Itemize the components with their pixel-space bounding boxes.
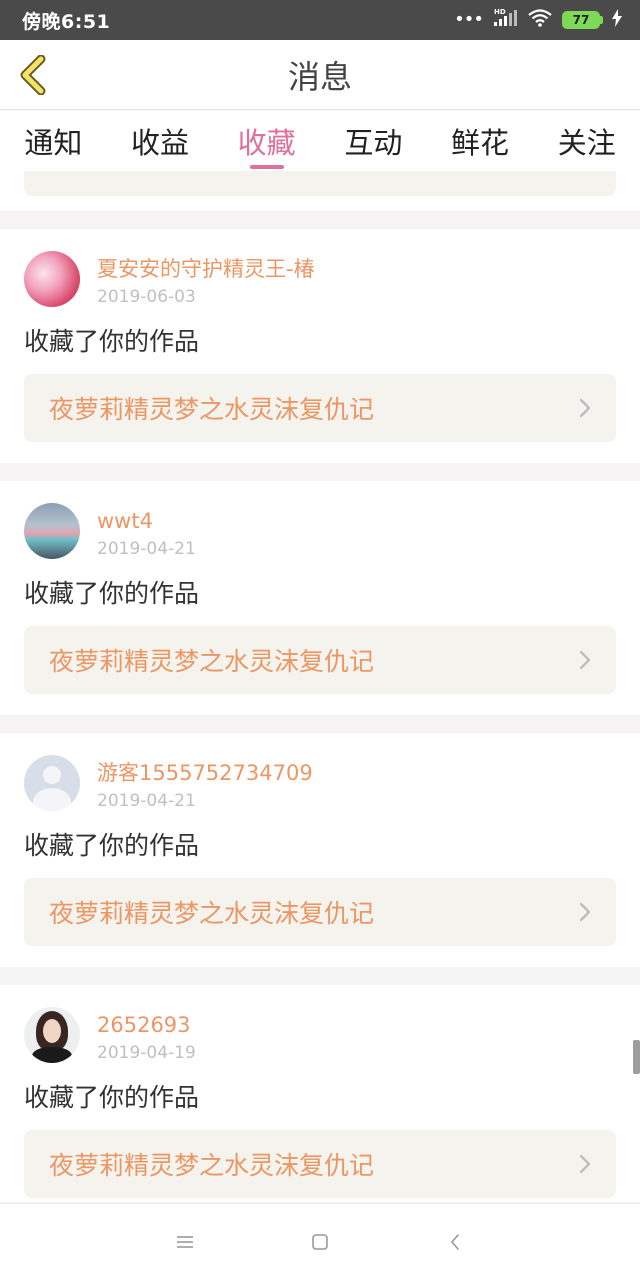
user-row: 夏安安的守护精灵王-椿 2019-06-03 <box>24 251 616 309</box>
title-bar: 消息 <box>0 40 640 110</box>
action-text: 收藏了你的作品 <box>24 1083 200 1112</box>
page-title: 消息 <box>287 57 352 96</box>
username[interactable]: 夏安安的守护精灵王-椿 <box>97 255 315 283</box>
message-date: 2019-06-03 <box>97 287 196 307</box>
battery-tip <box>600 16 603 24</box>
signal-icon: HD <box>492 8 518 32</box>
user-row: wwt4 2019-04-21 <box>24 503 616 561</box>
username[interactable]: wwt4 <box>97 507 196 535</box>
work-link[interactable]: 夜萝莉精灵梦之水灵沫复仇记 <box>24 626 616 694</box>
username[interactable]: 2652693 <box>97 1011 196 1039</box>
battery-icon: 77 <box>562 11 603 29</box>
message-date: 2019-04-21 <box>97 539 196 559</box>
avatar[interactable] <box>24 1007 80 1063</box>
status-time: 傍晚6:51 <box>22 10 111 33</box>
charging-icon <box>612 9 622 31</box>
username[interactable]: 游客1555752734709 <box>97 759 313 787</box>
work-title: 夜萝莉精灵梦之水灵沫复仇记 <box>49 395 375 424</box>
chevron-left-icon <box>451 1234 459 1250</box>
message-card: 游客1555752734709 2019-04-21 收藏了你的作品 夜萝莉精灵… <box>0 733 640 967</box>
message-card: 夏安安的守护精灵王-椿 2019-06-03 收藏了你的作品 夜萝莉精灵梦之水灵… <box>0 229 640 463</box>
work-title: 夜萝莉精灵梦之水灵沫复仇记 <box>49 1151 375 1180</box>
tab-label: 收藏 <box>237 126 296 160</box>
avatar-body-shape <box>32 1047 72 1063</box>
system-nav-bar <box>0 1203 640 1280</box>
tab-label: 互动 <box>344 126 403 160</box>
tab-favorites[interactable]: 收藏 <box>213 111 320 171</box>
chevron-right-icon <box>579 398 591 418</box>
avatar[interactable] <box>24 503 80 559</box>
tab-label: 鲜花 <box>451 126 510 160</box>
status-icons: ••• HD 77 <box>454 8 622 32</box>
chevron-left-icon <box>20 55 46 95</box>
tab-flowers[interactable]: 鲜花 <box>427 111 534 171</box>
scrollbar-thumb[interactable] <box>633 1040 640 1074</box>
user-info: 2652693 2019-04-19 <box>97 1007 196 1065</box>
chevron-right-icon <box>579 650 591 670</box>
work-link[interactable]: 夜萝莉精灵梦之水灵沫复仇记 <box>24 1130 616 1198</box>
battery-level: 77 <box>562 11 600 29</box>
tab-follows[interactable]: 关注 <box>533 111 640 171</box>
status-bar: 傍晚6:51 ••• HD 77 <box>0 0 640 40</box>
back-button[interactable] <box>12 52 52 98</box>
wifi-icon <box>527 8 553 32</box>
avatar-shoulders-shape <box>33 788 71 811</box>
tab-notifications[interactable]: 通知 <box>0 111 107 171</box>
tab-label: 收益 <box>131 126 190 160</box>
message-card: wwt4 2019-04-21 收藏了你的作品 夜萝莉精灵梦之水灵沫复仇记 <box>0 481 640 715</box>
action-text: 收藏了你的作品 <box>24 579 200 608</box>
message-list[interactable]: 夏安安的守护精灵王-椿 2019-06-03 收藏了你的作品 夜萝莉精灵梦之水灵… <box>0 171 640 1202</box>
avatar[interactable] <box>24 251 80 307</box>
user-row: 2652693 2019-04-19 <box>24 1007 616 1065</box>
message-date: 2019-04-19 <box>97 1043 196 1063</box>
partial-message-card <box>0 171 640 211</box>
message-date: 2019-04-21 <box>97 791 196 811</box>
square-icon <box>312 1234 328 1250</box>
tab-earnings[interactable]: 收益 <box>107 111 214 171</box>
chevron-right-icon <box>579 902 591 922</box>
work-link[interactable]: 夜萝莉精灵梦之水灵沫复仇记 <box>24 374 616 442</box>
tab-interactions[interactable]: 互动 <box>320 111 427 171</box>
svg-text:HD: HD <box>494 8 506 16</box>
avatar-face-shape <box>43 1019 61 1043</box>
work-title: 夜萝莉精灵梦之水灵沫复仇记 <box>49 899 375 928</box>
tab-label: 关注 <box>557 126 616 160</box>
nav-back-button[interactable] <box>388 1204 523 1280</box>
partial-work-link[interactable] <box>24 171 616 196</box>
action-text: 收藏了你的作品 <box>24 327 200 356</box>
menu-button[interactable] <box>118 1204 253 1280</box>
tab-bar: 通知 收益 收藏 互动 鲜花 关注 <box>0 111 640 171</box>
work-link[interactable]: 夜萝莉精灵梦之水灵沫复仇记 <box>24 878 616 946</box>
menu-icon <box>177 1236 193 1248</box>
action-text: 收藏了你的作品 <box>24 831 200 860</box>
more-dots-icon: ••• <box>454 9 484 30</box>
tab-label: 通知 <box>24 126 83 160</box>
user-row: 游客1555752734709 2019-04-21 <box>24 755 616 813</box>
home-button[interactable] <box>253 1204 388 1280</box>
user-info: 夏安安的守护精灵王-椿 2019-06-03 <box>97 251 315 309</box>
default-avatar[interactable] <box>24 755 80 811</box>
chevron-right-icon <box>579 1154 591 1174</box>
user-info: wwt4 2019-04-21 <box>97 503 196 561</box>
work-title: 夜萝莉精灵梦之水灵沫复仇记 <box>49 647 375 676</box>
user-info: 游客1555752734709 2019-04-21 <box>97 755 313 813</box>
message-card: 2652693 2019-04-19 收藏了你的作品 夜萝莉精灵梦之水灵沫复仇记 <box>0 985 640 1202</box>
avatar-head-shape <box>43 766 61 784</box>
